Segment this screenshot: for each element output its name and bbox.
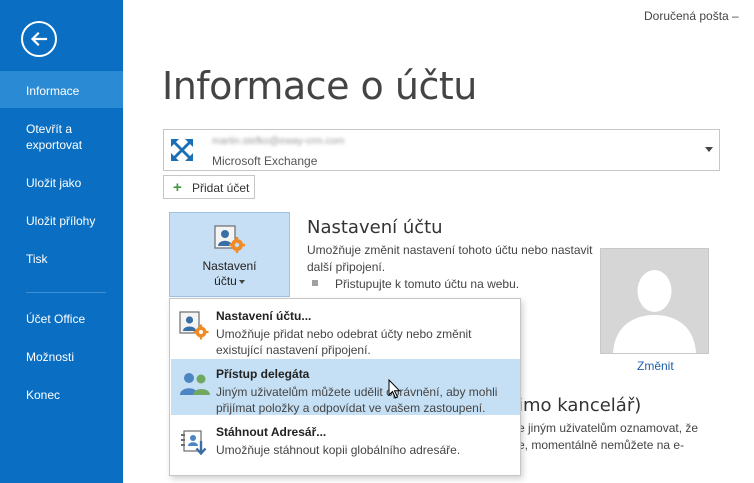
automatic-replies-desc-line1: e jiným uživatelům oznamovat, že — [518, 421, 699, 435]
nav-label: Informace — [26, 84, 80, 98]
web-access-link[interactable]: Přistupujte k tomuto účtu na webu. — [335, 277, 519, 291]
account-email: martin.stefko@eway-crm.com — [212, 136, 345, 147]
caret-down-icon — [238, 279, 245, 284]
window-title: Doručená pošta – — [644, 9, 739, 23]
nav-print[interactable]: Tisk — [0, 251, 123, 267]
back-button[interactable] — [21, 21, 57, 57]
automatic-replies-heading: imo kancelář) — [518, 395, 642, 416]
nav-office-account[interactable]: Účet Office — [0, 311, 123, 327]
menu-item-description: Jiným uživatelům můžete udělit oprávnění… — [216, 385, 498, 415]
nav-save-attachments[interactable]: Uložit přílohy — [0, 213, 123, 229]
section-heading: Nastavení účtu — [307, 217, 443, 238]
nav-label: Otevřít a exportovat — [26, 122, 83, 152]
chevron-down-icon — [705, 147, 713, 152]
account-settings-tile[interactable]: Nastavení účtu — [169, 212, 290, 297]
menu-item-download-address-book[interactable]: Stáhnout Adresář... Umožňuje stáhnout ko… — [171, 417, 520, 473]
plus-icon: + — [173, 179, 182, 196]
page-title: Informace o účtu — [162, 64, 477, 108]
nav-label: Uložit přílohy — [26, 214, 96, 228]
nav-label: Tisk — [26, 252, 48, 266]
back-arrow-icon — [30, 31, 48, 47]
menu-item-title: Stáhnout Adresář... — [216, 425, 327, 439]
account-settings-dropdown: Nastavení účtu... Umožňuje přidat nebo o… — [169, 298, 521, 476]
add-account-button[interactable]: + Přidat účet — [163, 175, 255, 199]
menu-item-description: Umožňuje přidat nebo odebrat účty nebo z… — [216, 327, 472, 357]
account-type: Microsoft Exchange — [212, 154, 318, 168]
nav-divider — [26, 292, 106, 293]
tile-label-line1: Nastavení — [202, 259, 257, 273]
profile-photo[interactable] — [600, 248, 709, 354]
exchange-icon — [169, 137, 195, 163]
nav-options[interactable]: Možnosti — [0, 349, 123, 365]
nav-exit[interactable]: Konec — [0, 387, 123, 403]
mouse-cursor-icon — [388, 379, 401, 399]
tile-label-line2: účtu — [214, 274, 237, 288]
account-selector[interactable]: martin.stefko@eway-crm.com Microsoft Exc… — [163, 129, 720, 171]
section-description: Umožňuje změnit nastavení tohoto účtu ne… — [307, 243, 593, 274]
account-settings-icon — [179, 311, 209, 340]
menu-item-description: Umožňuje stáhnout kopii globálního adres… — [216, 443, 461, 457]
add-account-label: Přidat účet — [192, 181, 250, 195]
account-settings-icon — [214, 225, 245, 253]
menu-item-account-settings[interactable]: Nastavení účtu... Umožňuje přidat nebo o… — [171, 301, 520, 357]
change-photo-link[interactable]: Změnit — [637, 359, 674, 373]
bullet-icon — [312, 280, 318, 286]
menu-item-title: Přístup delegáta — [216, 367, 310, 381]
avatar-placeholder-icon — [601, 249, 708, 353]
menu-item-delegate-access[interactable]: Přístup delegáta Jiným uživatelům můžete… — [171, 359, 520, 415]
nav-save-as[interactable]: Uložit jako — [0, 175, 123, 191]
nav-label: Možnosti — [26, 350, 75, 364]
nav-informace[interactable]: Informace — [0, 71, 123, 108]
nav-label: Uložit jako — [26, 176, 82, 190]
automatic-replies-desc-line2: e, momentálně nemůžete na e- — [518, 438, 685, 452]
nav-label: Konec — [26, 388, 61, 402]
backstage-sidebar: Informace Otevřít a exportovat Uložit ja… — [0, 0, 123, 483]
delegate-access-icon — [180, 373, 210, 395]
nav-label: Účet Office — [26, 312, 86, 326]
menu-item-title: Nastavení účtu... — [216, 309, 312, 323]
nav-open-export[interactable]: Otevřít a exportovat — [0, 121, 90, 153]
account-settings-tile-label: Nastavení účtu — [170, 259, 289, 289]
address-book-download-icon — [181, 430, 207, 456]
